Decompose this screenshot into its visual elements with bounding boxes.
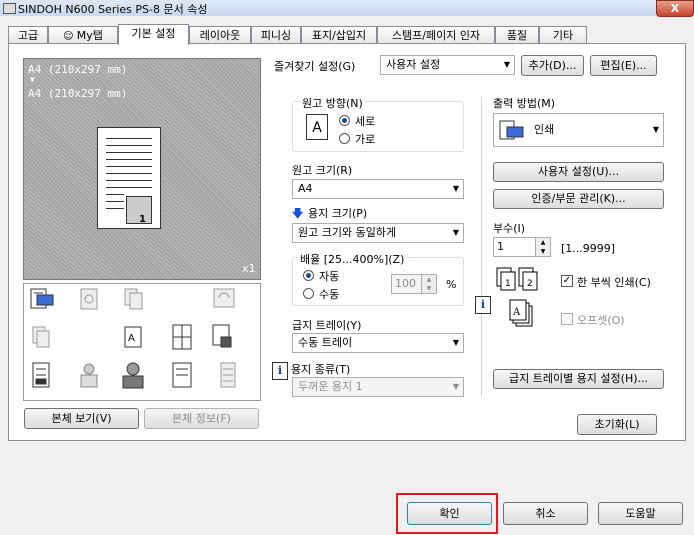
chevron-down-icon: ▼ bbox=[452, 382, 459, 391]
preview-page: 1 bbox=[97, 127, 161, 229]
printer-icon bbox=[3, 3, 16, 14]
preview-arrow: ▼ bbox=[30, 75, 35, 84]
offset-label: 오프셋(O) bbox=[577, 314, 625, 327]
pattern-icon[interactable] bbox=[80, 288, 98, 310]
orientation-preview-icon: A bbox=[306, 114, 328, 140]
tab-mytab[interactable]: ☺ My탭 bbox=[48, 26, 118, 43]
arrow-down-icon: 🡇 bbox=[292, 207, 304, 220]
ok-button-highlight bbox=[396, 493, 498, 534]
landscape-label: 가로 bbox=[355, 133, 376, 146]
help-button[interactable]: 도움말 bbox=[598, 502, 683, 525]
preview-scale: x1 bbox=[242, 262, 256, 275]
offset-icon: A bbox=[509, 299, 533, 327]
user-icon: ☺ bbox=[63, 31, 77, 42]
auth-management-button[interactable]: 인증/부문 관리(K)... bbox=[493, 189, 664, 209]
tab-advanced[interactable]: 고급 bbox=[8, 26, 48, 43]
chevron-down-icon: ▼ bbox=[452, 338, 459, 347]
account-icon[interactable] bbox=[122, 362, 144, 389]
svg-text:A: A bbox=[512, 307, 521, 318]
function-icons: A bbox=[30, 288, 236, 389]
window-title: SINDOH N600 Series PS-8 문서 속성 bbox=[18, 3, 208, 16]
add-favorite-button[interactable]: 추가(D)... bbox=[521, 55, 584, 76]
tab-finishing[interactable]: 피니싱 bbox=[251, 26, 301, 43]
chevron-up-icon: ▲ bbox=[421, 275, 436, 284]
portrait-label: 세로 bbox=[355, 115, 376, 128]
paper-type-dropdown: 두꺼운 용지 1 ▼ bbox=[292, 377, 464, 397]
copy-pages-icon[interactable] bbox=[124, 288, 143, 310]
copies-label: 부수(I) bbox=[493, 222, 526, 235]
preview-original-size: A4 (210x297 mm) bbox=[28, 63, 128, 76]
preview-paper-size: A4 (210x297 mm) bbox=[28, 87, 128, 100]
landscape-radio[interactable] bbox=[339, 133, 350, 144]
duplex-icon[interactable] bbox=[32, 326, 50, 348]
info-icon[interactable]: i bbox=[272, 362, 288, 380]
favorites-label: 즐겨찾기 설정(G) bbox=[274, 60, 356, 73]
rotate-icon[interactable] bbox=[213, 288, 235, 308]
chevron-down-icon: ▼ bbox=[503, 60, 510, 69]
output-method-dropdown[interactable]: 인쇄 ▼ bbox=[493, 113, 664, 147]
edit-favorite-button[interactable]: 편집(E)... bbox=[590, 55, 657, 76]
output-method-label: 출력 방법(M) bbox=[493, 97, 556, 110]
chevron-down-icon: ▼ bbox=[652, 125, 659, 134]
tab-other[interactable]: 기타 bbox=[539, 26, 587, 43]
tray-dropdown[interactable]: 수동 트레이 ▼ bbox=[292, 333, 464, 353]
form-overlay-icon[interactable] bbox=[172, 362, 192, 388]
zoom-label: 배율 [25...400%](Z) bbox=[298, 251, 407, 267]
document-icon[interactable] bbox=[32, 362, 50, 388]
device-info-button: 본체 정보(F) bbox=[144, 408, 259, 429]
user-box-icon[interactable] bbox=[80, 363, 98, 388]
svg-text:1: 1 bbox=[505, 279, 511, 289]
collate-label: 한 부씩 인쇄(C) bbox=[577, 276, 651, 289]
zoom-value-stepper: 100 ▲ ▼ bbox=[391, 274, 437, 294]
print-output-icon[interactable] bbox=[30, 288, 54, 309]
paper-type-label: 용지 종류(T) bbox=[291, 363, 351, 376]
zoom-auto-radio[interactable] bbox=[303, 270, 314, 281]
tab-quality[interactable]: 품질 bbox=[495, 26, 539, 43]
chevron-up-icon[interactable]: ▲ bbox=[535, 238, 550, 247]
page-number: 1 bbox=[139, 214, 146, 225]
offset-checkbox bbox=[561, 313, 573, 325]
svg-text:2: 2 bbox=[527, 279, 533, 289]
poster-icon[interactable] bbox=[172, 324, 192, 350]
orientation-label: 원고 방향(N) bbox=[300, 95, 365, 111]
zoom-manual-label: 수동 bbox=[319, 288, 340, 301]
copies-stepper[interactable]: 1 ▲ ▼ bbox=[493, 237, 551, 257]
paper-size-dropdown[interactable]: 원고 크기와 동일하게 ▼ bbox=[292, 223, 464, 243]
column-separator bbox=[481, 97, 482, 397]
tray-paper-settings-button[interactable]: 급지 트레이별 용지 설정(H)... bbox=[493, 369, 664, 389]
zoom-auto-label: 자동 bbox=[319, 270, 340, 283]
tab-cover[interactable]: 표지/삽입지 bbox=[301, 26, 377, 43]
page-stack-icon[interactable] bbox=[220, 362, 236, 388]
copies-range: [1...9999] bbox=[561, 242, 616, 255]
zoom-manual-radio[interactable] bbox=[303, 288, 314, 299]
text-layout-icon[interactable]: A bbox=[124, 326, 142, 348]
print-icon bbox=[499, 120, 524, 140]
close-button[interactable]: X bbox=[656, 0, 694, 17]
collate-checkbox[interactable]: ✓ bbox=[561, 275, 573, 287]
favorites-dropdown[interactable]: 사용자 설정 ▼ bbox=[380, 55, 515, 75]
secure-print-icon[interactable] bbox=[212, 324, 232, 348]
collate-icon: 1 2 bbox=[496, 267, 538, 291]
chevron-down-icon: ▼ bbox=[421, 284, 436, 293]
tab-stamp[interactable]: 스탬프/페이지 인자 bbox=[377, 26, 495, 43]
tab-basic[interactable]: 기본 설정 bbox=[118, 24, 189, 45]
paper-size-label: 용지 크기(P) bbox=[308, 207, 368, 220]
view-device-button[interactable]: 본체 보기(V) bbox=[24, 408, 139, 429]
original-size-dropdown[interactable]: A4 ▼ bbox=[292, 179, 464, 199]
user-settings-button[interactable]: 사용자 설정(U)... bbox=[493, 162, 664, 182]
svg-text:A: A bbox=[128, 333, 135, 344]
tray-label: 급지 트레이(Y) bbox=[292, 319, 362, 332]
info-icon[interactable]: i bbox=[475, 296, 491, 314]
chevron-down-icon[interactable]: ▼ bbox=[535, 247, 550, 256]
chevron-down-icon: ▼ bbox=[452, 184, 459, 193]
chevron-down-icon: ▼ bbox=[452, 228, 459, 237]
original-size-label: 원고 크기(R) bbox=[292, 164, 353, 177]
cancel-button[interactable]: 취소 bbox=[503, 502, 588, 525]
reset-button[interactable]: 초기화(L) bbox=[577, 414, 657, 435]
portrait-radio[interactable] bbox=[339, 115, 350, 126]
zoom-unit: % bbox=[446, 278, 457, 291]
tab-layout[interactable]: 레이아웃 bbox=[189, 26, 251, 43]
